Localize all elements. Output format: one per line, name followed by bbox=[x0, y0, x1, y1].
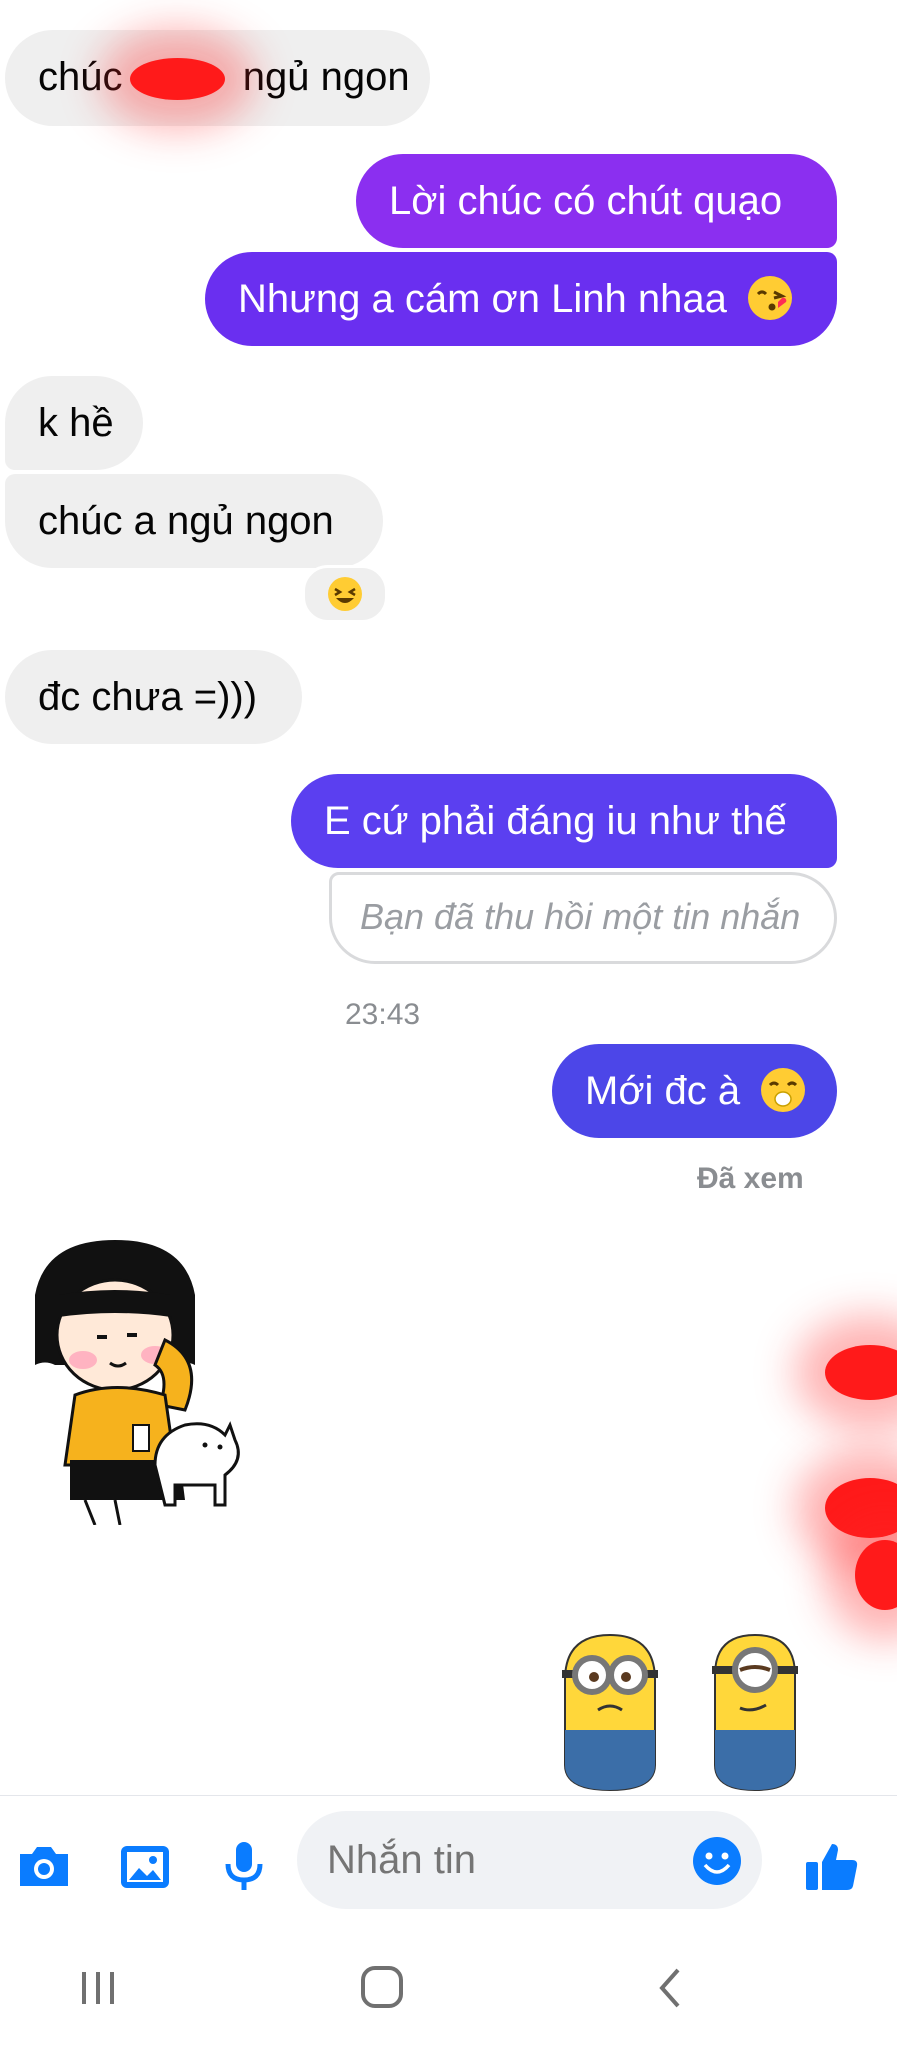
home-icon[interactable] bbox=[360, 1963, 404, 2011]
conversation-area: chúc ngủ ngon Lời chúc có chút quạo Nhưn… bbox=[0, 0, 897, 1795]
laughing-emoji-icon bbox=[761, 1068, 806, 1112]
seen-status: Đã xem bbox=[697, 1162, 804, 1195]
image-icon[interactable] bbox=[115, 1836, 175, 1896]
redaction-mark bbox=[825, 1478, 897, 1538]
message-bubble-outgoing[interactable]: Nhưng a cám ơn Linh nhaa bbox=[205, 252, 837, 346]
redaction-mark bbox=[825, 1345, 897, 1400]
camera-icon[interactable] bbox=[14, 1836, 74, 1896]
microphone-icon[interactable] bbox=[214, 1836, 274, 1896]
message-bubble-outgoing[interactable]: Mới đc à bbox=[552, 1044, 837, 1138]
message-text: E cứ phải đáng iu như thế bbox=[324, 799, 787, 843]
message-text: Nhưng a cám ơn Linh nhaa bbox=[238, 277, 727, 321]
unsent-message-text: Bạn đã thu hồi một tin nhắn bbox=[360, 896, 801, 937]
unsent-message-bubble[interactable]: Bạn đã thu hồi một tin nhắn bbox=[329, 872, 837, 964]
message-bubble-incoming[interactable]: chúc a ngủ ngon bbox=[5, 474, 383, 568]
emoji-icon[interactable] bbox=[692, 1836, 742, 1886]
like-icon[interactable] bbox=[802, 1836, 862, 1896]
message-bubble-incoming[interactable]: k hề bbox=[5, 376, 143, 470]
message-text: Lời chúc có chút quạo bbox=[389, 179, 783, 223]
message-bubble-outgoing[interactable]: E cứ phải đáng iu như thế bbox=[291, 774, 837, 868]
minions-sticker[interactable] bbox=[540, 1630, 830, 1795]
message-reaction[interactable] bbox=[302, 565, 388, 623]
message-text: Mới đc à bbox=[585, 1069, 741, 1113]
laughing-emoji-icon bbox=[328, 577, 362, 611]
redaction-mark bbox=[130, 58, 225, 100]
message-text-part: chúc bbox=[38, 55, 123, 99]
recents-icon[interactable] bbox=[78, 1966, 118, 2010]
message-text-part: ngủ ngon bbox=[242, 55, 410, 99]
redaction-mark bbox=[855, 1540, 897, 1610]
back-icon[interactable] bbox=[652, 1966, 688, 2010]
message-timestamp: 23:43 bbox=[345, 998, 421, 1031]
message-bubble-incoming[interactable]: đc chưa =))) bbox=[5, 650, 302, 744]
message-text: chúc a ngủ ngon bbox=[38, 499, 334, 543]
girl-with-cat-sticker[interactable] bbox=[15, 1235, 255, 1526]
message-text: đc chưa =))) bbox=[38, 675, 258, 719]
message-text: k hề bbox=[38, 401, 114, 445]
system-navigation-bar bbox=[0, 1930, 897, 2048]
message-bubble-outgoing[interactable]: Lời chúc có chút quạo bbox=[356, 154, 837, 248]
kissing-emoji-icon bbox=[748, 276, 792, 320]
